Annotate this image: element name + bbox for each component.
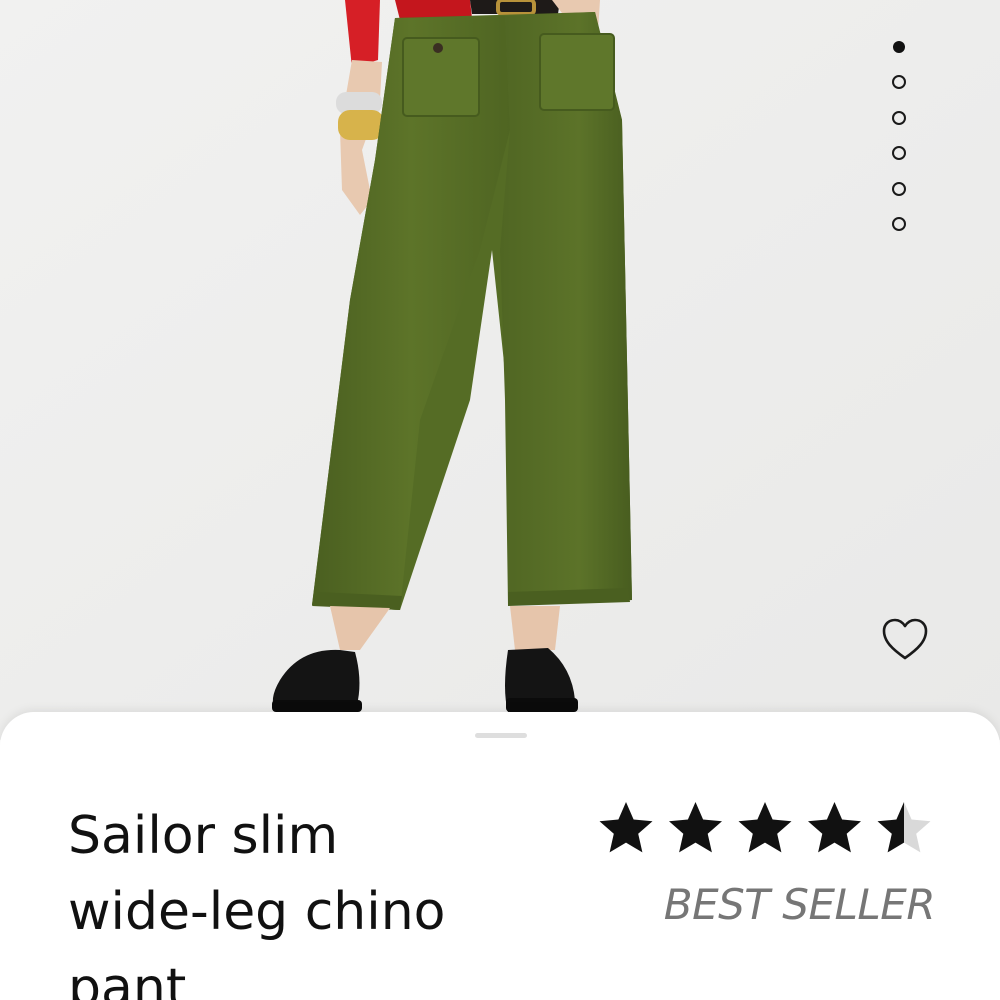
- product-title-line-3: pant: [68, 958, 187, 1000]
- product-info-sheet: Sailor slim wide-leg chino pant BEST SEL…: [0, 712, 1000, 1000]
- star-3: [738, 802, 792, 853]
- product-title-line-1: Sailor slim: [68, 806, 339, 866]
- star-2: [669, 802, 722, 853]
- star-4: [808, 802, 861, 853]
- product-title-line-2: wide-leg chino: [68, 882, 446, 942]
- pagination-dot-1[interactable]: [893, 41, 905, 53]
- pagination-dot-3[interactable]: [892, 110, 906, 125]
- pagination-dot-4[interactable]: [892, 146, 906, 161]
- star-5: [877, 802, 931, 853]
- star-1: [599, 802, 653, 853]
- pagination-dot-6[interactable]: [892, 216, 906, 231]
- sheet-drag-handle[interactable]: [475, 733, 527, 738]
- product-title: Sailor slim wide-leg chino pant: [68, 798, 588, 1000]
- pagination-dot-2[interactable]: [892, 75, 906, 90]
- product-image-carousel[interactable]: [0, 0, 1000, 740]
- pagination-dot-5[interactable]: [892, 181, 906, 196]
- heart-outline-icon[interactable]: [880, 616, 930, 662]
- product-detail-screen: Sailor slim wide-leg chino pant BEST SEL…: [0, 0, 1000, 1000]
- carousel-pagination: [892, 41, 910, 252]
- best-seller-badge: BEST SELLER: [663, 880, 936, 929]
- product-photo: [0, 0, 1000, 740]
- star-rating[interactable]: [596, 798, 936, 858]
